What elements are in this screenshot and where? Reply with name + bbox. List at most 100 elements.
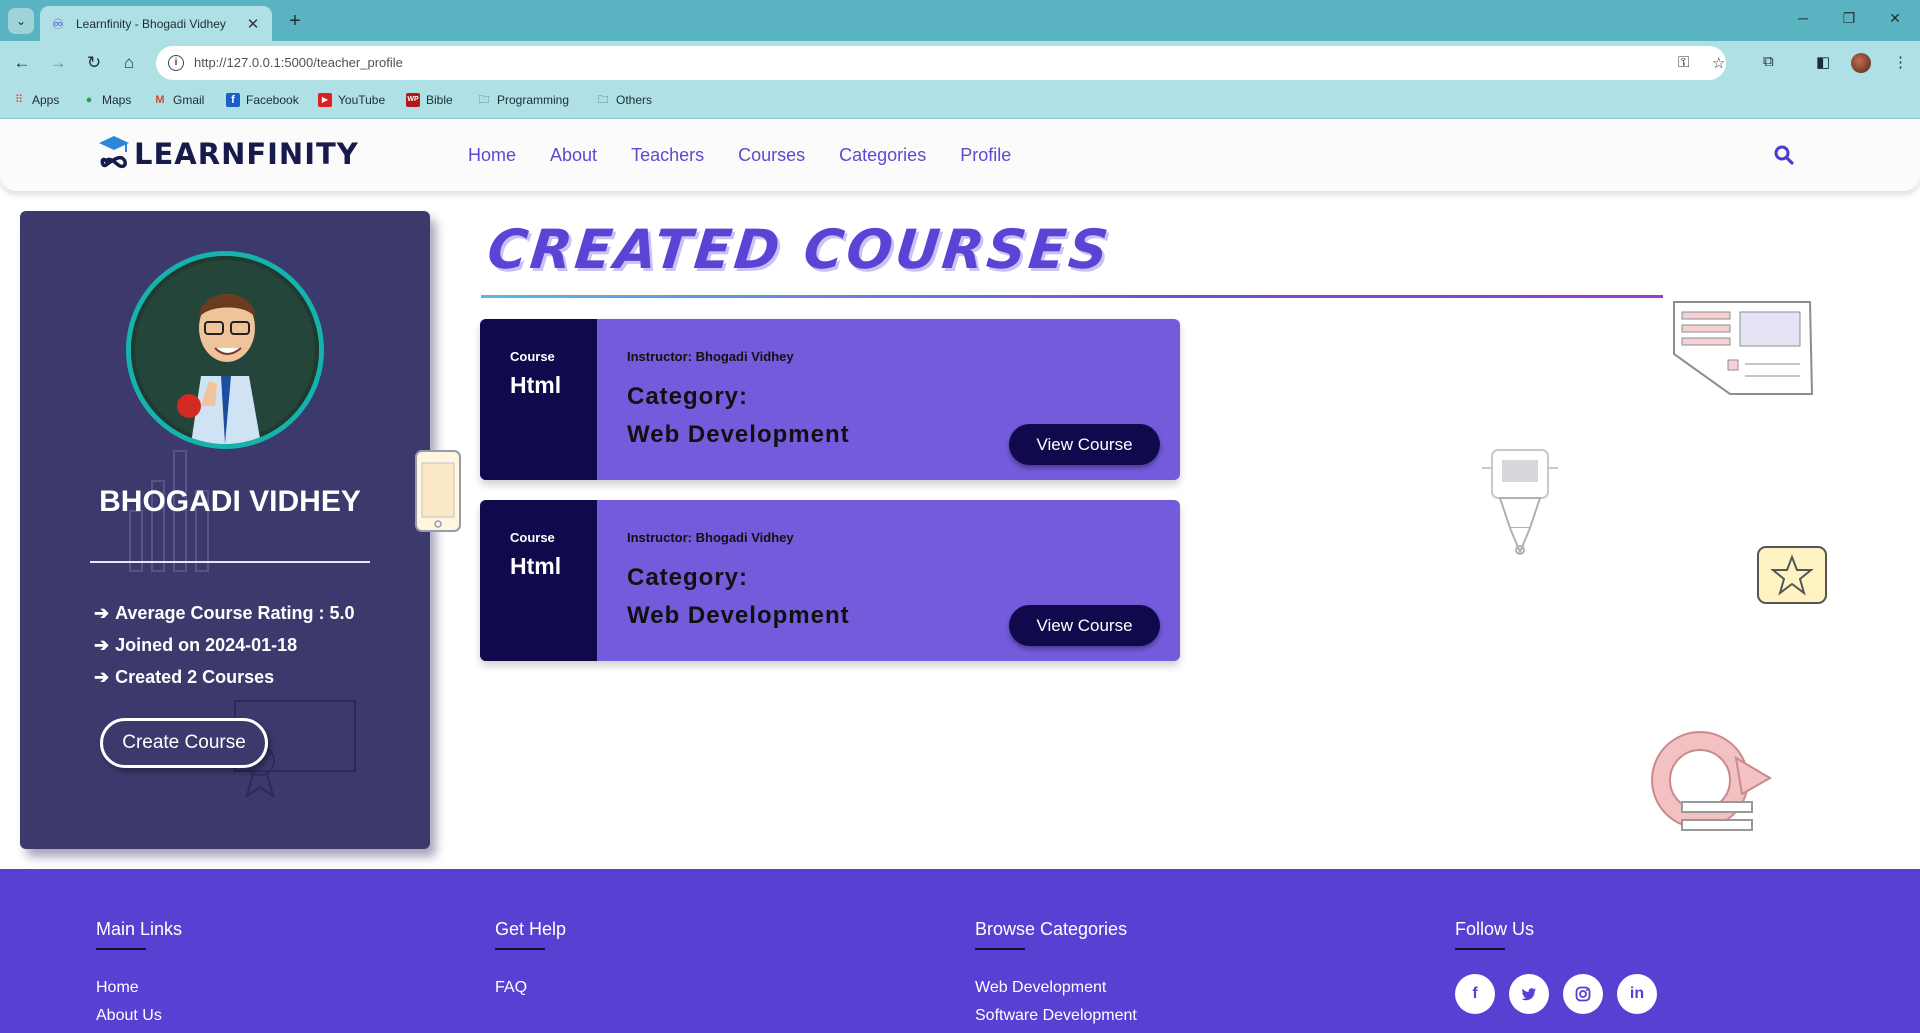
view-course-button[interactable]: View Course xyxy=(1009,424,1160,465)
teacher-profile-card: BHOGADI VIDHEY ➔ Average Course Rating : … xyxy=(20,211,430,849)
course-card-side: Course Html xyxy=(480,500,597,661)
site-logo[interactable]: LEARNFINITY xyxy=(98,134,359,174)
apps-grid-icon: ⠿ xyxy=(14,94,24,106)
tab-search-button[interactable]: ⌄ xyxy=(8,8,34,34)
maps-pin-icon: ● xyxy=(85,94,93,106)
social-links: f in xyxy=(1455,974,1657,1014)
footer-link-home[interactable]: Home xyxy=(96,974,182,1002)
bible-icon: WP xyxy=(406,93,420,107)
teacher-avatar xyxy=(126,251,324,449)
star-badge-decoration-icon xyxy=(1757,546,1827,604)
bookmark-maps[interactable]: ● Maps xyxy=(82,93,132,107)
bookmark-label: YouTube xyxy=(338,93,386,107)
created-courses-title: CREATED COURSES xyxy=(484,218,1115,281)
back-button[interactable]: ← xyxy=(10,51,34,75)
learnfinity-favicon-icon: ♾ xyxy=(51,15,65,32)
footer-heading-underline xyxy=(975,948,1025,950)
footer-link-web-development[interactable]: Web Development xyxy=(975,974,1137,1002)
bookmark-others[interactable]: 🗀 Others xyxy=(596,93,653,107)
category-label: Category: xyxy=(627,383,749,410)
reload-button[interactable]: ↻ xyxy=(82,51,106,75)
course-instructor: Instructor: Bhogadi Vidhey xyxy=(627,530,794,545)
nav-teachers[interactable]: Teachers xyxy=(631,145,704,166)
footer-link-about-us[interactable]: About Us xyxy=(96,1002,182,1030)
youtube-icon: ▶ xyxy=(318,93,332,107)
view-course-button[interactable]: View Course xyxy=(1009,605,1160,646)
facebook-icon: f xyxy=(226,93,240,107)
course-card: Course Html Instructor: Bhogadi Vidhey C… xyxy=(480,500,1180,661)
address-url: http://127.0.0.1:5000/teacher_profile xyxy=(194,55,403,70)
footer-heading: Follow Us xyxy=(1455,919,1535,939)
teacher-cartoon-avatar-icon xyxy=(131,256,319,444)
facebook-icon[interactable]: f xyxy=(1455,974,1495,1014)
nav-home[interactable]: Home xyxy=(468,145,516,166)
footer-main-links: Main Links Home About Us xyxy=(96,919,182,1030)
pen-nib-decoration-icon xyxy=(1482,449,1558,555)
stat-joined-date: Joined on 2024-01-18 xyxy=(115,635,298,655)
side-panel-icon[interactable]: ◧ xyxy=(1816,53,1830,71)
extensions-icon[interactable]: ⧉ xyxy=(1763,53,1774,70)
new-tab-button[interactable]: + xyxy=(282,8,308,34)
nav-profile[interactable]: Profile xyxy=(960,145,1011,166)
nav-about[interactable]: About xyxy=(550,145,597,166)
instagram-icon[interactable] xyxy=(1563,974,1603,1014)
tab-close-icon[interactable]: ✕ xyxy=(244,15,262,33)
nav-courses[interactable]: Courses xyxy=(738,145,805,166)
bookmark-programming[interactable]: 🗀 Programming xyxy=(477,93,570,107)
site-info-icon[interactable]: i xyxy=(168,55,184,71)
bookmark-label: Apps xyxy=(32,93,60,107)
address-bar[interactable]: i http://127.0.0.1:5000/teacher_profile … xyxy=(156,46,1726,80)
bookmark-star-icon[interactable]: ☆ xyxy=(1712,54,1725,72)
bookmark-bible[interactable]: WP Bible xyxy=(406,93,453,107)
create-course-button[interactable]: Create Course xyxy=(100,718,268,768)
footer-heading-underline xyxy=(1455,948,1505,950)
document-decoration-icon xyxy=(1673,301,1814,395)
twitter-icon[interactable] xyxy=(1509,974,1549,1014)
bookmark-apps[interactable]: ⠿ Apps xyxy=(12,93,59,107)
browser-tab-active[interactable]: ♾ Learnfinity - Bhogadi Vidhey ✕ xyxy=(40,6,272,41)
course-name: Html xyxy=(510,553,562,579)
stat-average-rating: Average Course Rating : 5.0 xyxy=(115,603,355,623)
course-category: Category: Web Development xyxy=(627,559,850,635)
arrow-right-icon: ➔ xyxy=(94,667,110,687)
browser-toolbar: ← → ↻ ⌂ i http://127.0.0.1:5000/teacher_… xyxy=(0,41,1920,85)
bookmark-label: Gmail xyxy=(173,93,205,107)
course-label: Course xyxy=(510,349,555,364)
course-label: Course xyxy=(510,530,555,545)
browser-tabstrip: ⌄ ♾ Learnfinity - Bhogadi Vidhey ✕ + ─ ❐… xyxy=(0,0,1920,41)
footer-heading: Get Help xyxy=(495,919,567,939)
home-button[interactable]: ⌂ xyxy=(117,51,141,75)
footer-browse-categories: Browse Categories Web Development Softwa… xyxy=(975,919,1137,1030)
restore-button[interactable]: ❐ xyxy=(1826,10,1872,27)
footer-follow-us: Follow Us f in xyxy=(1455,919,1657,1014)
menu-kebab-icon[interactable]: ⋮ xyxy=(1893,53,1908,71)
footer-link-software-development[interactable]: Software Development xyxy=(975,1002,1137,1030)
nav-categories[interactable]: Categories xyxy=(839,145,926,166)
site-footer: Main Links Home About Us Get Help FAQ Br… xyxy=(0,869,1920,1033)
bookmark-label: Maps xyxy=(102,93,132,107)
profile-avatar-icon[interactable] xyxy=(1851,53,1871,73)
stat-row: ➔ Average Course Rating : 5.0 xyxy=(94,597,355,629)
close-window-button[interactable]: ✕ xyxy=(1872,10,1918,27)
bookmark-label: Bible xyxy=(426,93,453,107)
footer-heading: Main Links xyxy=(96,919,183,939)
search-icon[interactable] xyxy=(1774,145,1794,171)
forward-button[interactable]: → xyxy=(46,51,70,75)
bookmark-label: Others xyxy=(616,93,653,107)
footer-heading: Browse Categories xyxy=(975,919,1128,939)
folder-icon: 🗀 xyxy=(597,94,609,106)
bookmark-youtube[interactable]: ▶ YouTube xyxy=(318,93,385,107)
bookmark-gmail[interactable]: M Gmail xyxy=(153,93,204,107)
bookmark-label: Programming xyxy=(497,93,570,107)
gmail-icon: M xyxy=(155,94,165,106)
minimize-button[interactable]: ─ xyxy=(1780,10,1826,26)
linkedin-icon[interactable]: in xyxy=(1617,974,1657,1014)
folder-icon: 🗀 xyxy=(478,94,490,106)
password-key-icon[interactable]: ⚿ xyxy=(1678,54,1689,71)
logo-infinity-cap-icon xyxy=(99,136,129,169)
stat-row: ➔ Joined on 2024-01-18 xyxy=(94,629,355,661)
arrow-right-icon: ➔ xyxy=(94,635,110,655)
site-header: LEARNFINITY Home About Teachers Courses … xyxy=(0,120,1920,191)
footer-link-faq[interactable]: FAQ xyxy=(495,974,566,1002)
bookmark-facebook[interactable]: f Facebook xyxy=(226,93,299,107)
